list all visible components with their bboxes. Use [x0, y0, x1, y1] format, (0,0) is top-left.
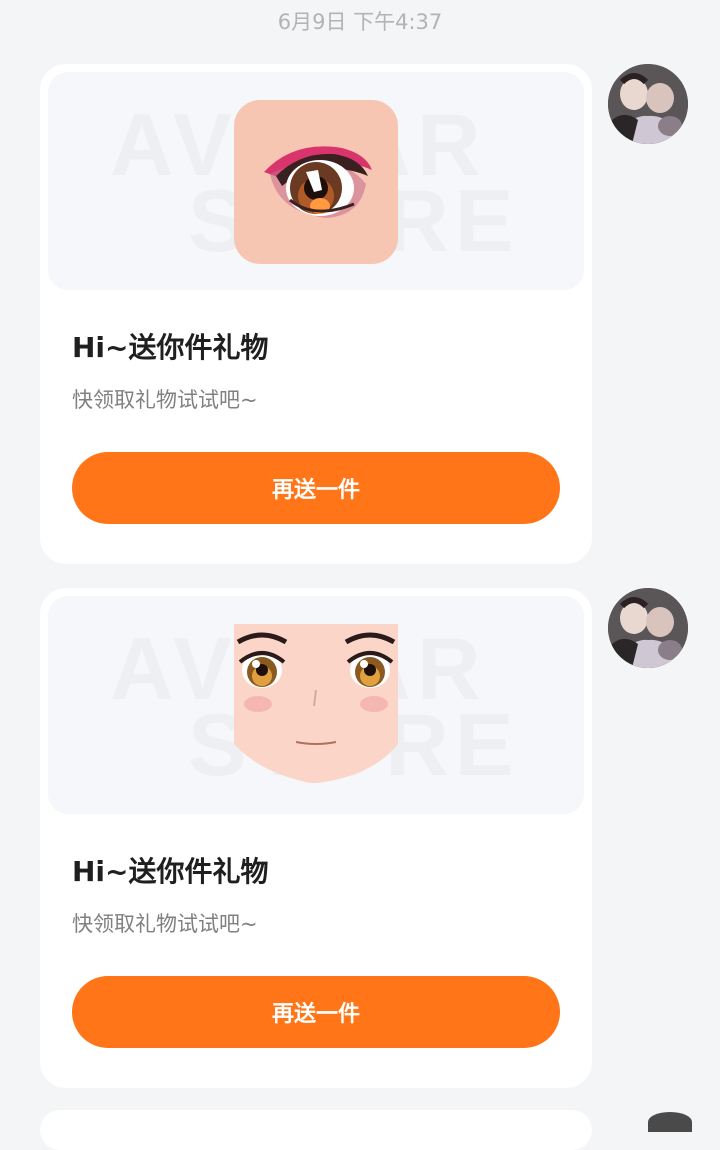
gift-card[interactable]: AVATAR STORE Hi~送你件礼物 快领取礼物试试吧~ 再送一件: [40, 64, 592, 564]
message-timestamp: 6月9日 下午4:37: [277, 10, 443, 34]
gift-title: Hi~送你件礼物: [72, 331, 269, 364]
gift-card[interactable]: AVATAR STORE: [40, 588, 592, 1088]
gift-preview: AVATAR STORE: [48, 72, 584, 290]
gift-subtitle: 快领取礼物试试吧~: [72, 912, 258, 936]
avatar[interactable]: [608, 588, 688, 668]
eye-makeup-icon: [234, 100, 398, 264]
gift-subtitle: 快领取礼物试试吧~: [72, 388, 258, 412]
face-icon: [234, 624, 398, 783]
send-another-button[interactable]: 再送一件: [72, 452, 560, 524]
gift-title: Hi~送你件礼物: [72, 855, 269, 888]
avatar-photo: [608, 588, 688, 668]
avatar-partial[interactable]: [648, 1112, 692, 1132]
gift-card-partial[interactable]: [40, 1110, 592, 1150]
avatar[interactable]: [608, 64, 688, 144]
avatar-photo: [608, 64, 688, 144]
gift-preview: AVATAR STORE: [48, 596, 584, 814]
send-another-button[interactable]: 再送一件: [72, 976, 560, 1048]
